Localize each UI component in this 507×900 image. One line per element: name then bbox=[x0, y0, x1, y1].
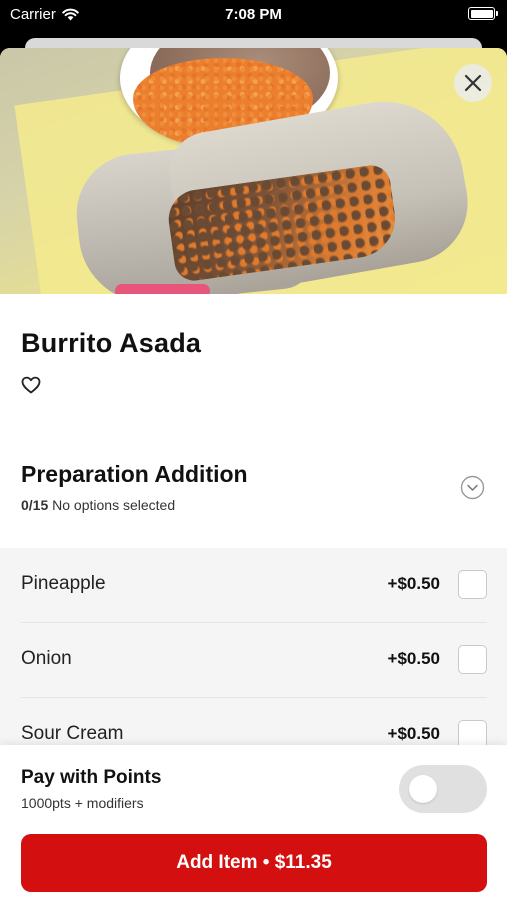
item-photo bbox=[0, 48, 507, 294]
selection-status: No options selected bbox=[52, 497, 176, 513]
section-title: Preparation Addition bbox=[21, 461, 248, 487]
item-detail-sheet: Burrito Asada Preparation Addition 0/15 … bbox=[0, 48, 507, 900]
option-price: +$0.50 bbox=[387, 574, 440, 593]
chevron-down-icon[interactable] bbox=[460, 475, 485, 500]
option-row[interactable]: Onion +$0.50 bbox=[21, 623, 487, 698]
battery-nub bbox=[496, 11, 498, 16]
points-toggle[interactable] bbox=[399, 765, 487, 813]
close-button[interactable] bbox=[454, 64, 492, 102]
heart-icon[interactable] bbox=[21, 376, 41, 394]
selection-count: 0/15 bbox=[21, 497, 49, 513]
option-label: Sour Cream bbox=[21, 723, 124, 744]
points-subtitle: 1000pts + modifiers bbox=[21, 795, 144, 811]
option-label: Pineapple bbox=[21, 573, 106, 594]
option-checkbox[interactable] bbox=[458, 645, 487, 674]
section-subtitle: 0/15 No options selected bbox=[21, 497, 175, 513]
item-title: Burrito Asada bbox=[21, 328, 202, 358]
option-price: +$0.50 bbox=[387, 649, 440, 668]
add-item-button[interactable]: Add Item • $11.35 bbox=[21, 834, 487, 892]
option-price: +$0.50 bbox=[387, 724, 440, 743]
status-time: 7:08 PM bbox=[225, 6, 282, 23]
option-label: Onion bbox=[21, 648, 72, 669]
battery-icon bbox=[468, 7, 498, 20]
toggle-knob bbox=[409, 775, 437, 803]
option-row[interactable]: Pineapple +$0.50 bbox=[21, 548, 487, 623]
photo-onion bbox=[115, 284, 210, 294]
battery-fill bbox=[470, 9, 493, 18]
status-bar: Carrier 7:08 PM bbox=[0, 0, 507, 30]
close-icon bbox=[464, 74, 482, 92]
pay-with-points-label: Pay with Points bbox=[21, 767, 162, 788]
option-checkbox[interactable] bbox=[458, 570, 487, 599]
checkout-panel: Pay with Points 1000pts + modifiers Add … bbox=[0, 745, 507, 900]
